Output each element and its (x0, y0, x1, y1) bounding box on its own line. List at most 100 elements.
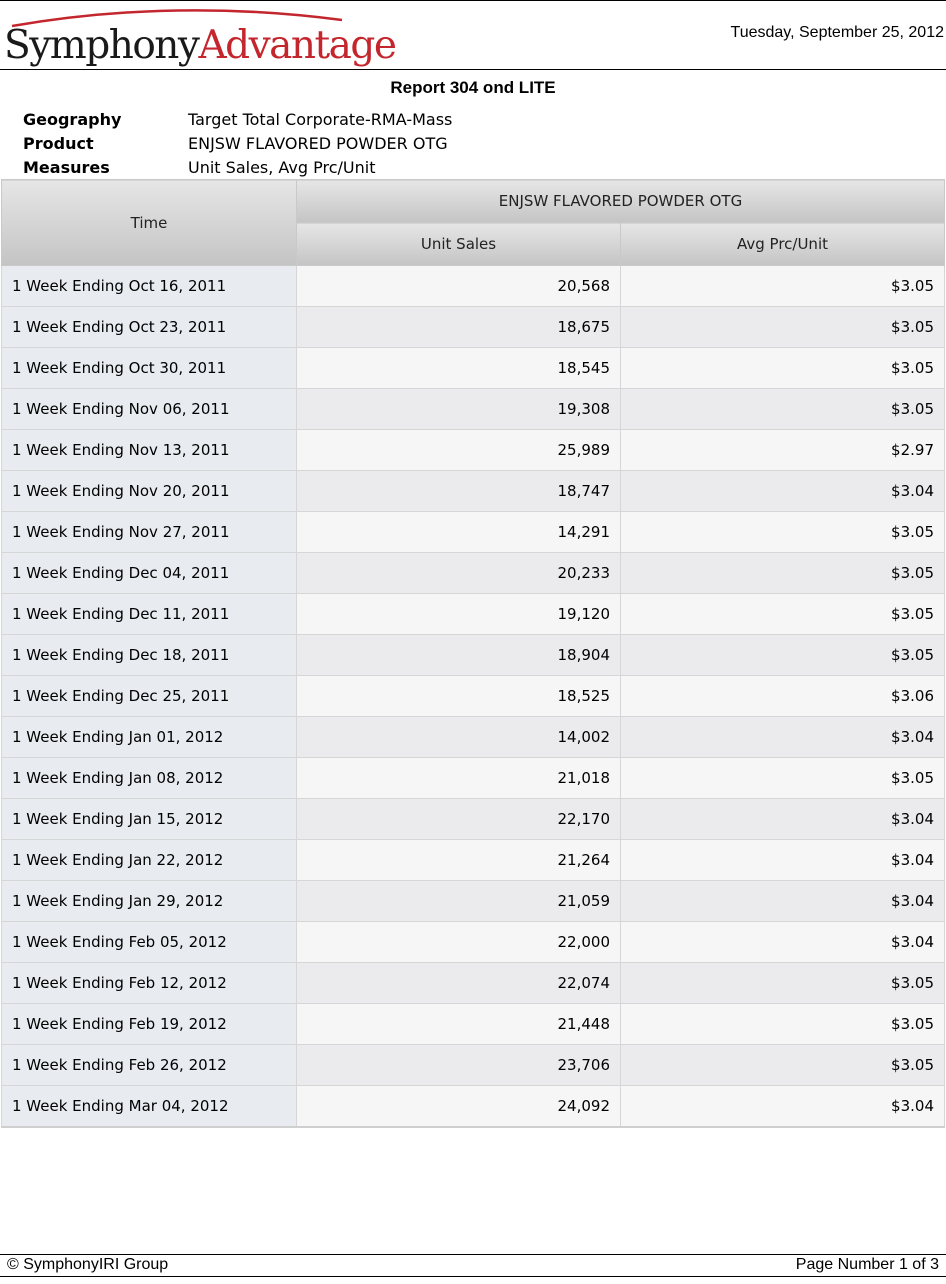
cell-unit-sales: 21,448 (296, 1003, 621, 1045)
footer-bottom-divider (0, 1276, 946, 1277)
cell-time: 1 Week Ending Oct 23, 2011 (1, 306, 297, 348)
cell-avg-price: $3.05 (620, 1044, 945, 1086)
cell-unit-sales: 20,568 (296, 265, 621, 307)
cell-avg-price: $3.05 (620, 1003, 945, 1045)
report-table: Time ENJSW FLAVORED POWDER OTG Unit Sale… (1, 179, 945, 1128)
cell-avg-price: $3.05 (620, 265, 945, 307)
parameter-label: Measures (23, 158, 110, 177)
cell-unit-sales: 18,545 (296, 347, 621, 389)
cell-avg-price: $3.04 (620, 880, 945, 922)
cell-unit-sales: 14,002 (296, 716, 621, 758)
cell-unit-sales: 19,308 (296, 388, 621, 430)
cell-avg-price: $3.04 (620, 1085, 945, 1128)
table-row: 1 Week Ending Dec 04, 2011 20,233 $3.05 (1, 552, 945, 594)
cell-time: 1 Week Ending Jan 29, 2012 (1, 880, 297, 922)
column-header-time: Time (1, 179, 297, 266)
cell-avg-price: $3.04 (620, 716, 945, 758)
cell-avg-price: $3.05 (620, 757, 945, 799)
column-header-product: ENJSW FLAVORED POWDER OTG (296, 179, 945, 223)
report-date: Tuesday, September 25, 2012 (730, 24, 944, 41)
parameter-measures: Measures Unit Sales, Avg Prc/Unit (23, 156, 452, 180)
cell-time: 1 Week Ending Dec 04, 2011 (1, 552, 297, 594)
parameter-product: Product ENJSW FLAVORED POWDER OTG (23, 132, 452, 156)
cell-unit-sales: 21,018 (296, 757, 621, 799)
cell-time: 1 Week Ending Oct 30, 2011 (1, 347, 297, 389)
table-row: 1 Week Ending Nov 13, 2011 25,989 $2.97 (1, 429, 945, 471)
cell-avg-price: $3.05 (620, 593, 945, 635)
cell-time: 1 Week Ending Nov 13, 2011 (1, 429, 297, 471)
table-row: 1 Week Ending Nov 20, 2011 18,747 $3.04 (1, 470, 945, 512)
cell-avg-price: $3.05 (620, 306, 945, 348)
cell-unit-sales: 23,706 (296, 1044, 621, 1086)
cell-time: 1 Week Ending Jan 15, 2012 (1, 798, 297, 840)
logo-text-symphony: Symphony (4, 23, 200, 68)
cell-time: 1 Week Ending Oct 16, 2011 (1, 265, 297, 307)
cell-avg-price: $3.04 (620, 921, 945, 963)
report-parameters: Geography Target Total Corporate-RMA-Mas… (23, 108, 452, 180)
logo-text-advantage: Advantage (198, 23, 397, 68)
cell-unit-sales: 21,059 (296, 880, 621, 922)
cell-unit-sales: 22,000 (296, 921, 621, 963)
parameter-value: Target Total Corporate-RMA-Mass (188, 110, 453, 129)
footer-divider (0, 1254, 946, 1255)
cell-unit-sales: 18,747 (296, 470, 621, 512)
cell-time: 1 Week Ending Feb 12, 2012 (1, 962, 297, 1004)
table-row: 1 Week Ending Jan 29, 2012 21,059 $3.04 (1, 880, 945, 922)
cell-avg-price: $3.05 (620, 511, 945, 553)
table-row: 1 Week Ending Feb 05, 2012 22,000 $3.04 (1, 921, 945, 963)
table-row: 1 Week Ending Dec 25, 2011 18,525 $3.06 (1, 675, 945, 717)
table-row: 1 Week Ending Jan 08, 2012 21,018 $3.05 (1, 757, 945, 799)
cell-time: 1 Week Ending Nov 06, 2011 (1, 388, 297, 430)
cell-time: 1 Week Ending Feb 26, 2012 (1, 1044, 297, 1086)
cell-time: 1 Week Ending Dec 18, 2011 (1, 634, 297, 676)
table-row: 1 Week Ending Dec 18, 2011 18,904 $3.05 (1, 634, 945, 676)
cell-time: 1 Week Ending Mar 04, 2012 (1, 1085, 297, 1128)
cell-unit-sales: 22,074 (296, 962, 621, 1004)
table-row: 1 Week Ending Mar 04, 2012 24,092 $3.04 (1, 1085, 945, 1128)
cell-unit-sales: 14,291 (296, 511, 621, 553)
parameter-value: Unit Sales, Avg Prc/Unit (188, 158, 376, 177)
table-row: 1 Week Ending Feb 12, 2012 22,074 $3.05 (1, 962, 945, 1004)
table-row: 1 Week Ending Nov 27, 2011 14,291 $3.05 (1, 511, 945, 553)
table-row: 1 Week Ending Oct 30, 2011 18,545 $3.05 (1, 347, 945, 389)
cell-avg-price: $3.05 (620, 634, 945, 676)
cell-avg-price: $3.05 (620, 388, 945, 430)
cell-unit-sales: 21,264 (296, 839, 621, 881)
cell-time: 1 Week Ending Nov 27, 2011 (1, 511, 297, 553)
table-row: 1 Week Ending Feb 19, 2012 21,448 $3.05 (1, 1003, 945, 1045)
column-header-avg-price: Avg Prc/Unit (620, 222, 945, 266)
table-row: 1 Week Ending Nov 06, 2011 19,308 $3.05 (1, 388, 945, 430)
cell-avg-price: $3.05 (620, 347, 945, 389)
table-body: 1 Week Ending Oct 16, 2011 20,568 $3.05 1 W… (1, 265, 945, 1128)
cell-avg-price: $3.04 (620, 798, 945, 840)
cell-time: 1 Week Ending Feb 05, 2012 (1, 921, 297, 963)
cell-time: 1 Week Ending Nov 20, 2011 (1, 470, 297, 512)
table-row: 1 Week Ending Jan 22, 2012 21,264 $3.04 (1, 839, 945, 881)
cell-time: 1 Week Ending Jan 22, 2012 (1, 839, 297, 881)
table-row: 1 Week Ending Dec 11, 2011 19,120 $3.05 (1, 593, 945, 635)
table-row: 1 Week Ending Oct 16, 2011 20,568 $3.05 (1, 265, 945, 307)
symphony-advantage-logo: SymphonyAdvantage (4, 4, 397, 70)
cell-unit-sales: 18,525 (296, 675, 621, 717)
cell-avg-price: $3.04 (620, 839, 945, 881)
cell-time: 1 Week Ending Jan 08, 2012 (1, 757, 297, 799)
table-row: 1 Week Ending Jan 01, 2012 14,002 $3.04 (1, 716, 945, 758)
cell-time: 1 Week Ending Dec 11, 2011 (1, 593, 297, 635)
cell-unit-sales: 24,092 (296, 1085, 621, 1128)
cell-avg-price: $3.05 (620, 552, 945, 594)
cell-unit-sales: 20,233 (296, 552, 621, 594)
cell-unit-sales: 25,989 (296, 429, 621, 471)
parameter-geography: Geography Target Total Corporate-RMA-Mas… (23, 108, 452, 132)
parameter-label: Product (23, 134, 94, 153)
table-row: 1 Week Ending Oct 23, 2011 18,675 $3.05 (1, 306, 945, 348)
cell-time: 1 Week Ending Dec 25, 2011 (1, 675, 297, 717)
report-title: Report 304 ond LITE (390, 78, 556, 97)
footer-copyright: © SymphonyIRI Group (7, 1256, 169, 1273)
parameter-value: ENJSW FLAVORED POWDER OTG (188, 134, 448, 153)
column-header-unit-sales: Unit Sales (296, 222, 621, 266)
cell-time: 1 Week Ending Jan 01, 2012 (1, 716, 297, 758)
cell-unit-sales: 18,904 (296, 634, 621, 676)
footer-page-number: Page Number 1 of 3 (795, 1256, 939, 1273)
table-row: 1 Week Ending Feb 26, 2012 23,706 $3.05 (1, 1044, 945, 1086)
cell-time: 1 Week Ending Feb 19, 2012 (1, 1003, 297, 1045)
